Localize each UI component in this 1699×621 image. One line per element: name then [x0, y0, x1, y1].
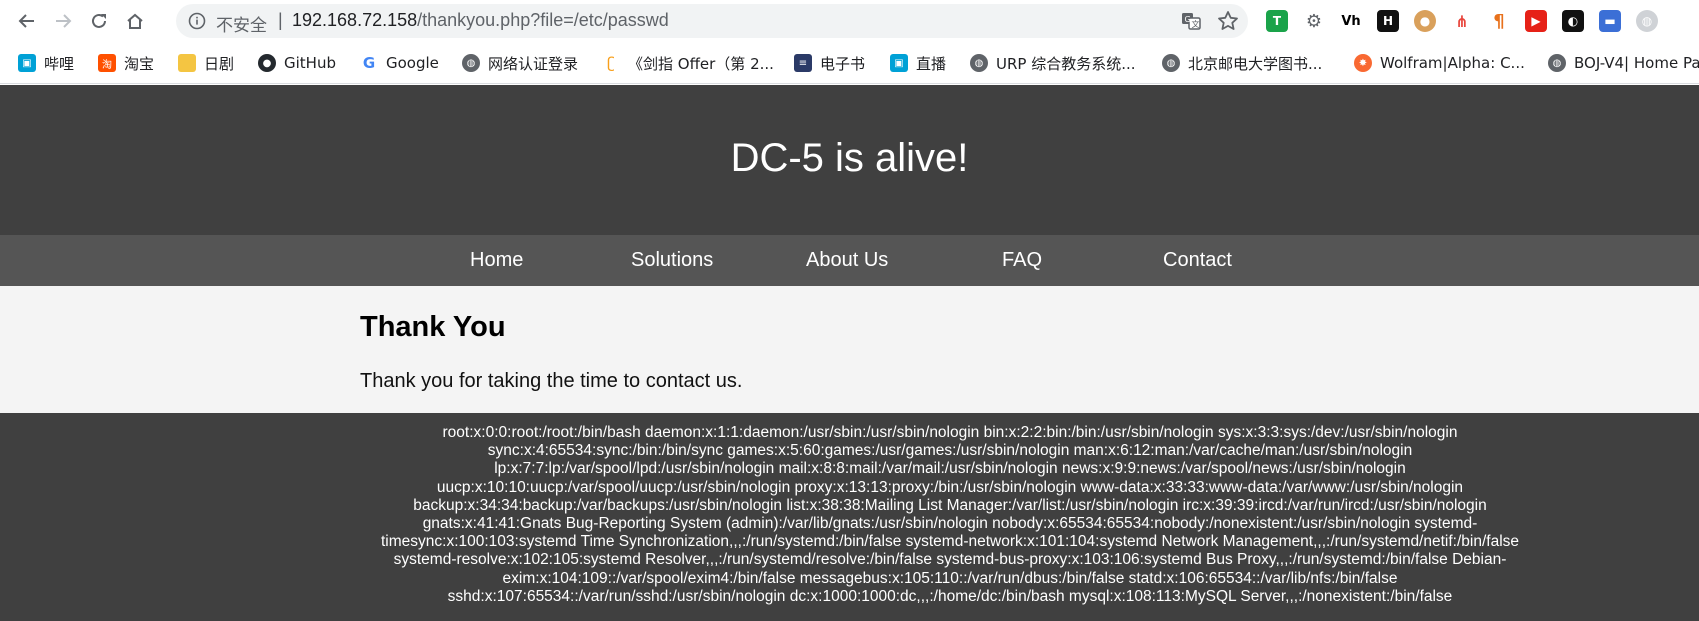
reload-icon — [92, 13, 106, 28]
bookmark-bupt-library[interactable]: ◍ 北京邮电大学图书... — [1162, 50, 1322, 76]
passwd-line: lp:x:7:7:lp:/var/spool/lpd:/usr/sbin/nol… — [494, 460, 1406, 478]
pilcrow-extension-icon[interactable]: ¶ — [1488, 10, 1510, 32]
bookmark-label: BOJ-V4| Home Pa — [1574, 54, 1699, 72]
google-icon: G — [360, 54, 378, 72]
arrow-right-icon — [56, 14, 72, 28]
bookmark-label: URP 综合教务系统... — [996, 54, 1136, 73]
globe-extension-icon[interactable]: ◍ — [1636, 10, 1658, 32]
site-title-text: DC-5 is alive! — [730, 136, 969, 180]
bookmark-wolfram[interactable]: ✸ Wolfram|Alpha: C... — [1354, 50, 1525, 76]
globe-icon: ◍ — [970, 54, 988, 72]
nav-faq[interactable]: FAQ — [1002, 249, 1042, 272]
home-icon — [127, 13, 143, 29]
passwd-line: root:x:0:0:root:/root:/bin/bash daemon:x… — [442, 424, 1458, 441]
bookmark-live[interactable]: ▣ 直播 — [890, 50, 946, 76]
thank-you-message: Thank you for taking the time to contact… — [360, 370, 743, 392]
window-extension-icon[interactable]: ▬ — [1599, 10, 1621, 32]
taobao-icon: 淘 — [98, 54, 116, 72]
bookmark-label: GitHub — [284, 54, 336, 72]
svg-text:文: 文 — [1192, 19, 1200, 29]
info-icon[interactable] — [188, 12, 206, 30]
browser-toolbar: 不安全 | 192.168.72.158/thankyou.php?file=/… — [0, 0, 1699, 42]
wolfram-icon: ✸ — [1354, 54, 1372, 72]
globe-icon: ◍ — [1162, 54, 1180, 72]
passwd-line: uucp:x:10:10:uucp:/var/spool/uucp:/usr/s… — [436, 478, 1464, 496]
url-separator: | — [278, 10, 283, 30]
bookmark-label: Google — [386, 54, 439, 72]
tree-extension-icon[interactable]: ⋔ — [1451, 10, 1473, 32]
book-icon: ≡ — [794, 54, 812, 72]
nav-home[interactable]: Home — [470, 249, 523, 272]
globe-icon: ◍ — [1548, 54, 1566, 72]
bookmark-taobao[interactable]: 淘淘宝 — [98, 50, 154, 76]
mask-extension-icon[interactable]: ◐ — [1562, 10, 1584, 32]
passwd-line: sync:x:4:65534:sync:/bin:/bin/sync games… — [487, 442, 1413, 460]
passwd-line: systemd-resolve:x:102:105:systemd Resolv… — [393, 551, 1507, 569]
passwd-line: gnats:x:41:41:Gnats Bug-Reporting System… — [422, 515, 1478, 533]
shield-extension-icon[interactable]: T — [1266, 10, 1288, 32]
address-bar[interactable]: 不安全 | 192.168.72.158/thankyou.php?file=/… — [176, 4, 1248, 38]
bookmark-urp[interactable]: ◍ URP 综合教务系统... — [970, 50, 1136, 76]
bookmark-boj[interactable]: ◍ BOJ-V4| Home Pa — [1548, 50, 1699, 76]
leetcode-icon: ʗ — [602, 54, 620, 72]
svg-text:G: G — [1185, 15, 1191, 24]
bookmark-bilibili[interactable]: ▣ 哔哩 — [18, 50, 74, 76]
bookmark-label: 哔哩 — [44, 54, 75, 73]
nav-about-us[interactable]: About Us — [806, 249, 888, 272]
back-button[interactable] — [13, 7, 41, 35]
home-button[interactable] — [121, 7, 149, 35]
url-host: 192.168.72.158 — [292, 10, 418, 30]
passwd-line: sshd:x:107:65534::/var/run/sshd:/usr/sbi… — [447, 587, 1453, 605]
insecure-label: 不安全 — [216, 16, 267, 36]
bookmark-google[interactable]: G Google — [360, 50, 439, 76]
arrow-left-icon — [18, 14, 34, 28]
bilibili-icon: ▣ — [18, 54, 36, 72]
bookmark-label: 日剧 — [204, 54, 235, 73]
gear-extension-icon[interactable]: ⚙ — [1303, 10, 1325, 32]
vh-extension-icon[interactable]: Vh — [1340, 10, 1362, 32]
bookmark-label: 《剑指 Offer（第 2... — [628, 54, 774, 73]
bookmark-folder-dorama[interactable]: 日剧 — [178, 50, 234, 76]
h-extension-icon[interactable]: H — [1377, 10, 1399, 32]
bookmark-label: 电子书 — [820, 54, 866, 73]
bookmark-network-login[interactable]: ◍ 网络认证登录 — [462, 50, 578, 76]
globe-icon: ◍ — [462, 54, 480, 72]
github-icon: ● — [258, 54, 276, 72]
bilibili-live-icon: ▣ — [890, 54, 908, 72]
youtube-extension-icon[interactable]: ▶ — [1525, 10, 1547, 32]
site-title: DC-5 is alive! — [0, 136, 1699, 181]
page-heading: Thank You — [360, 311, 506, 343]
bookmark-github[interactable]: ● GitHub — [258, 50, 336, 76]
reload-button[interactable] — [85, 7, 113, 35]
passwd-line: exim:x:104:109::/var/spool/exim4:/bin/fa… — [502, 569, 1398, 587]
bookmarks-bar: ▣ 哔哩 淘淘宝 日剧 ● GitHub G Google ◍ 网络认证登录 ʗ 《剑指 … — [0, 42, 1699, 84]
bookmark-label: 北京邮电大学图书... — [1188, 54, 1323, 73]
site-footer: root:x:0:0:root:/root:/bin/bash daemon:x… — [0, 413, 1699, 621]
bookmark-offer[interactable]: ʗ 《剑指 Offer（第 2... — [602, 50, 774, 76]
bookmark-ebook[interactable]: ≡ 电子书 — [794, 50, 865, 76]
folder-icon — [178, 54, 196, 72]
translate-icon[interactable]: G文 — [1180, 10, 1202, 32]
site-header: DC-5 is alive! — [0, 85, 1699, 235]
nav-solutions[interactable]: Solutions — [631, 249, 713, 272]
passwd-line: timesync:x:100:103:systemd Time Synchron… — [380, 533, 1520, 551]
main-content: Thank You Thank you for taking the time … — [0, 286, 1699, 413]
url-text[interactable]: 192.168.72.158/thankyou.php?file=/etc/pa… — [292, 10, 669, 31]
star-icon[interactable] — [1216, 9, 1240, 33]
nav-contact[interactable]: Contact — [1163, 249, 1232, 272]
bookmark-label: 淘宝 — [124, 54, 155, 73]
bookmark-label: Wolfram|Alpha: C... — [1380, 54, 1525, 72]
cookie-extension-icon[interactable]: ● — [1414, 10, 1436, 32]
url-path: /thankyou.php?file=/etc/passwd — [417, 10, 669, 30]
forward-button[interactable] — [49, 7, 77, 35]
site-nav: Home Solutions About Us FAQ Contact — [0, 235, 1699, 286]
passwd-line: backup:x:34:34:backup:/var/backups:/usr/… — [413, 496, 1487, 514]
bookmark-label: 网络认证登录 — [488, 54, 579, 73]
passwd-output: root:x:0:0:root:/root:/bin/bash daemon:x… — [360, 424, 1540, 606]
bookmark-label: 直播 — [916, 54, 947, 73]
